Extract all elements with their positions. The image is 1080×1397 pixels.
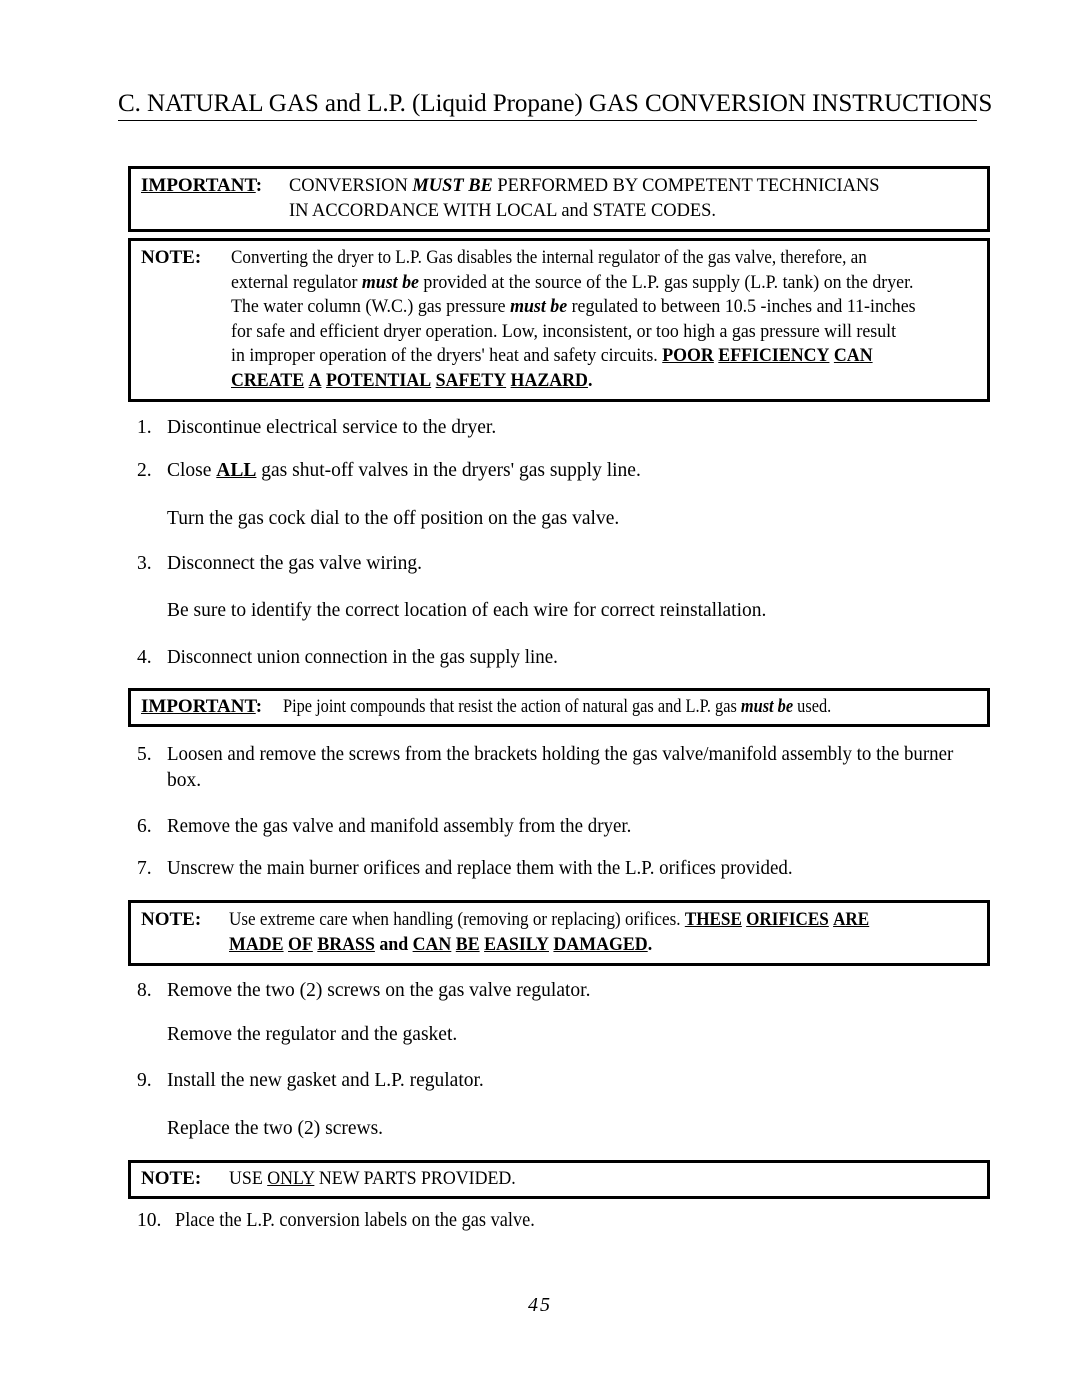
document-page: C. NATURAL GAS and L.P. (Liquid Propane)… bbox=[0, 0, 1080, 1397]
list-item: 4. Disconnect union connection in the ga… bbox=[137, 647, 558, 668]
callout-note-lp-regulator: NOTE: Converting the dryer to L.P. Gas d… bbox=[128, 238, 990, 402]
list-item: 2. Close ALL gas shut-off valves in the … bbox=[137, 458, 957, 484]
paragraph-after-step-9: Replace the two (2) screws. bbox=[167, 1118, 384, 1139]
callout-body: Converting the dryer to L.P. Gas disable… bbox=[231, 247, 916, 391]
callout-tag-important: IMPORTANT: bbox=[141, 175, 263, 196]
list-item: 9. Install the new gasket and L.P. regul… bbox=[137, 1070, 484, 1091]
list-item: 3. Disconnect the gas valve wiring. bbox=[137, 553, 423, 574]
callout-note-new-parts: NOTE: USE ONLY NEW PARTS PROVIDED. bbox=[128, 1160, 990, 1199]
callout-tag-note: NOTE: bbox=[141, 909, 202, 930]
callout-tag-important: IMPORTANT: bbox=[141, 696, 263, 717]
paragraph-after-step-8: Remove the regulator and the gasket. bbox=[167, 1024, 458, 1045]
callout-important-pipe-joint: IMPORTANT: Pipe joint compounds that res… bbox=[128, 688, 990, 727]
list-item: 7. Unscrew the main burner orifices and … bbox=[137, 858, 793, 879]
list-item-text: Close ALL gas shut-off valves in the dry… bbox=[167, 460, 641, 481]
page-title: C. NATURAL GAS and L.P. (Liquid Propane)… bbox=[118, 88, 992, 121]
list-item: 8. Remove the two (2) screws on the gas … bbox=[137, 980, 591, 1001]
callout-body: Pipe joint compounds that resist the act… bbox=[283, 696, 832, 717]
list-item: 6. Remove the gas valve and manifold ass… bbox=[137, 816, 632, 837]
page-number: 45 bbox=[528, 1294, 552, 1316]
paragraph-after-step-3: Be sure to identify the correct location… bbox=[167, 600, 767, 621]
callout-tag-note: NOTE: bbox=[141, 1168, 202, 1189]
callout-important-conversion: IMPORTANT: CONVERSION MUST BE PERFORMED … bbox=[128, 166, 990, 232]
list-item: 10. Place the L.P. conversion labels on … bbox=[137, 1210, 535, 1231]
callout-body: CONVERSION MUST BE PERFORMED BY COMPETEN… bbox=[289, 175, 880, 221]
callout-note-orifices: NOTE: Use extreme care when handling (re… bbox=[128, 900, 990, 966]
list-item-text: Loosen and remove the screws from the br… bbox=[167, 744, 954, 791]
list-item: 1. Discontinue electrical service to the… bbox=[137, 417, 497, 438]
callout-body: USE ONLY NEW PARTS PROVIDED. bbox=[229, 1168, 516, 1189]
callout-body: Use extreme care when handling (removing… bbox=[229, 909, 870, 955]
paragraph-after-step-2: Turn the gas cock dial to the off positi… bbox=[167, 508, 620, 529]
callout-tag-note: NOTE: bbox=[141, 247, 202, 268]
list-item: 5. Loosen and remove the screws from the… bbox=[137, 742, 995, 794]
